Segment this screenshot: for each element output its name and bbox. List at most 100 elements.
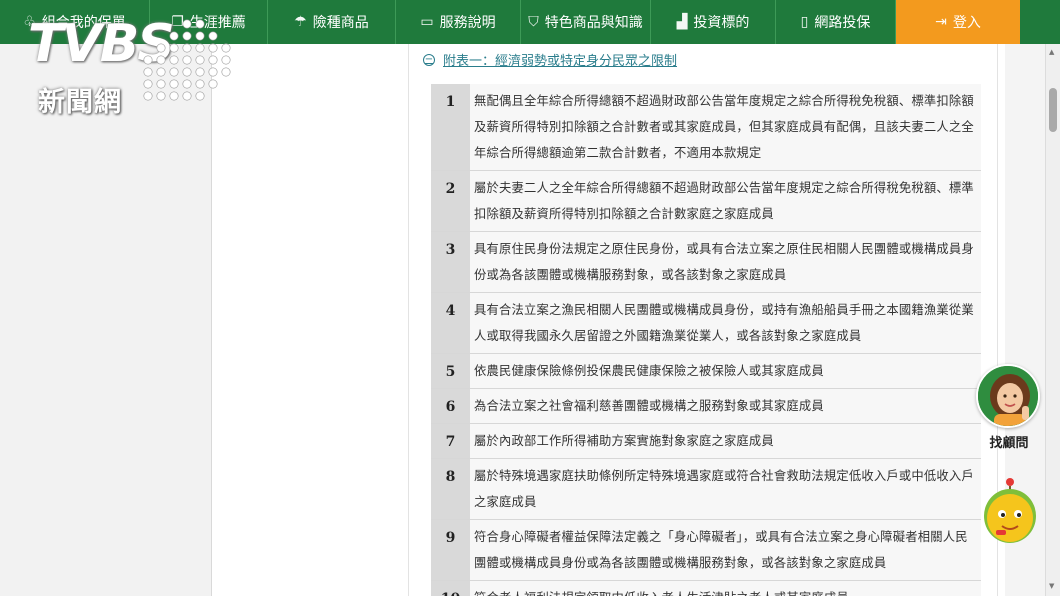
table-row: 10符合老人福利法規定領取中低收入老人生活津貼之老人或其家庭成員 bbox=[431, 581, 981, 596]
nav-item-label: 網路投保 bbox=[814, 15, 871, 31]
logo-dot bbox=[182, 91, 192, 101]
logo-dot bbox=[195, 91, 205, 101]
row-text: 屬於夫妻二人之全年綜合所得總額不超過財政部公告當年度規定之綜合所得稅免稅額、標準… bbox=[470, 171, 981, 231]
table-row: 6 為合法立案之社會福利慈善團體或機構之服務對象或其家庭成員 bbox=[431, 389, 981, 424]
shield-icon: ⛉ bbox=[528, 14, 539, 30]
phone-icon: ▯ bbox=[800, 14, 809, 30]
logo-dot bbox=[143, 55, 153, 65]
row-text: 符合老人福利法規定領取中低收入老人生活津貼之老人或其家庭成員 bbox=[470, 581, 981, 596]
logo-dots-icon bbox=[143, 19, 231, 101]
scroll-up-arrow-icon[interactable]: ▲ bbox=[1049, 48, 1054, 56]
table-row: 5 依農民健康保險條例投保農民健康保險之被保險人或其家庭成員 bbox=[431, 354, 981, 389]
appendix-title[interactable]: 附表一：經濟弱勢或特定身分民眾之限制 bbox=[443, 50, 677, 69]
logo-dot bbox=[195, 19, 205, 29]
logo-dot bbox=[195, 43, 205, 53]
scrollbar-thumb[interactable] bbox=[1049, 88, 1057, 132]
find-advisor-button[interactable]: 找顧問 bbox=[976, 364, 1042, 452]
logo-dot bbox=[195, 79, 205, 89]
login-door-icon: ⇥ bbox=[935, 14, 947, 30]
logo-dot bbox=[182, 31, 192, 41]
logo-sub-text: 新聞網 bbox=[38, 87, 122, 118]
logo-dot bbox=[182, 55, 192, 65]
nav-item-label: 服務說明 bbox=[439, 15, 496, 31]
row-text: 無配偶且全年綜合所得總額不超過財政部公告當年度規定之綜合所得稅免稅額、標準扣除額… bbox=[470, 84, 981, 170]
nav-item-3[interactable]: ▭ 服務說明 bbox=[396, 0, 521, 44]
row-number: 1 bbox=[431, 84, 470, 170]
table-row: 9 符合身心障礙者權益保障法定義之「身心障礙者」，或具有合法立案之身心障礙者相關人… bbox=[431, 520, 981, 581]
row-text: 具有原住民身份法規定之原住民身份，或具有合法立案之原住民相關人民團體或機構成員身… bbox=[470, 232, 981, 292]
table-row: 7 屬於內政部工作所得補助方案實施對象家庭之家庭成員 bbox=[431, 424, 981, 459]
table-row: 4 具有合法立案之漁民相關人民團體或機構成員身份，或持有漁船船員手冊之本國籍漁業從… bbox=[431, 293, 981, 354]
collapse-minus-icon[interactable]: − bbox=[423, 53, 435, 66]
logo-dot bbox=[169, 43, 179, 53]
table-row: 1 無配偶且全年綜合所得總額不超過財政部公告當年度規定之綜合所得稅免稅額、標準扣除… bbox=[431, 84, 981, 171]
row-text: 為合法立案之社會福利慈善團體或機構之服務對象或其家庭成員 bbox=[470, 389, 981, 423]
nav-filler bbox=[1020, 0, 1060, 44]
tvbs-news-logo: TVBS 新聞網 bbox=[28, 14, 231, 118]
restriction-table: 1 無配偶且全年綜合所得總額不超過財政部公告當年度規定之綜合所得稅免稅額、標準扣除… bbox=[431, 84, 981, 596]
logo-dot bbox=[208, 55, 218, 65]
logo-dot bbox=[156, 43, 166, 53]
logo-dot bbox=[156, 79, 166, 89]
logo-dot bbox=[221, 43, 231, 53]
find-advisor-label[interactable]: 找顧問 bbox=[976, 432, 1042, 451]
nav-item-label: 險種商品 bbox=[312, 15, 369, 31]
left-sidebar-panel bbox=[0, 44, 212, 596]
row-text: 屬於內政部工作所得補助方案實施對象家庭之家庭成員 bbox=[470, 424, 981, 458]
logo-dot bbox=[208, 43, 218, 53]
row-number: 6 bbox=[431, 389, 470, 423]
login-button[interactable]: ⇥ 登入 bbox=[896, 0, 1020, 44]
row-number: 2 bbox=[431, 171, 470, 231]
logo-dot bbox=[195, 55, 205, 65]
logo-dot bbox=[195, 67, 205, 77]
nav-item-label: 特色商品與知識 bbox=[544, 15, 643, 31]
logo-dot bbox=[156, 67, 166, 77]
row-number: 4 bbox=[431, 293, 470, 353]
nav-item-4[interactable]: ⛉ 特色商品與知識 bbox=[521, 0, 651, 44]
page-scrollbar[interactable]: ▲ ▼ bbox=[1045, 44, 1060, 596]
logo-dot bbox=[221, 67, 231, 77]
table-row: 3 具有原住民身份法規定之原住民身份，或具有合法立案之原住民相關人民團體或機構成員… bbox=[431, 232, 981, 293]
logo-dot bbox=[143, 79, 153, 89]
logo-dot bbox=[208, 79, 218, 89]
chart-icon: ▟ bbox=[676, 14, 688, 30]
logo-dot bbox=[156, 91, 166, 101]
row-text: 屬於特殊境遇家庭扶助條例所定特殊境遇家庭或符合社會救助法規定低收入戶或中低收入戶… bbox=[470, 459, 981, 519]
scroll-down-arrow-icon[interactable]: ▼ bbox=[1049, 582, 1054, 590]
nav-item-6[interactable]: ▯ 網路投保 bbox=[776, 0, 896, 44]
mascot-chatbot-icon[interactable] bbox=[982, 474, 1038, 544]
logo-dot bbox=[182, 79, 192, 89]
umbrella-icon: ☂ bbox=[294, 14, 307, 30]
table-row: 8 屬於特殊境遇家庭扶助條例所定特殊境遇家庭或符合社會救助法規定低收入戶或中低收入… bbox=[431, 459, 981, 520]
row-number: 3 bbox=[431, 232, 470, 292]
login-label: 登入 bbox=[952, 15, 981, 31]
advisor-woman-icon bbox=[978, 366, 1038, 426]
logo-dot bbox=[143, 91, 153, 101]
nav-item-5[interactable]: ▟ 投資標的 bbox=[651, 0, 776, 44]
advisor-avatar[interactable] bbox=[976, 364, 1040, 428]
logo-dot bbox=[182, 19, 192, 29]
logo-dot bbox=[182, 43, 192, 53]
row-number: 8 bbox=[431, 459, 470, 519]
logo-dot bbox=[156, 55, 166, 65]
logo-dot bbox=[208, 67, 218, 77]
row-number: 10 bbox=[431, 581, 470, 596]
row-text: 依農民健康保險條例投保農民健康保險之被保險人或其家庭成員 bbox=[470, 354, 981, 388]
appendix-collapse-link[interactable]: − 附表一：經濟弱勢或特定身分民眾之限制 bbox=[423, 50, 677, 69]
logo-dot bbox=[221, 55, 231, 65]
logo-dot bbox=[169, 55, 179, 65]
row-number: 9 bbox=[431, 520, 470, 580]
table-row: 2 屬於夫妻二人之全年綜合所得總額不超過財政部公告當年度規定之綜合所得稅免稅額、標… bbox=[431, 171, 981, 232]
row-number: 7 bbox=[431, 424, 470, 458]
logo-dot bbox=[169, 91, 179, 101]
logo-dot bbox=[182, 67, 192, 77]
logo-dot bbox=[195, 31, 205, 41]
row-number: 5 bbox=[431, 354, 470, 388]
nav-item-2[interactable]: ☂ 險種商品 bbox=[268, 0, 396, 44]
nav-item-label: 投資標的 bbox=[693, 15, 750, 31]
logo-dot bbox=[143, 67, 153, 77]
logo-dot bbox=[208, 31, 218, 41]
row-text: 符合身心障礙者權益保障法定義之「身心障礙者」，或具有合法立案之身心障礙者相關人民… bbox=[470, 520, 981, 580]
row-text: 具有合法立案之漁民相關人民團體或機構成員身份，或持有漁船船員手冊之本國籍漁業從業… bbox=[470, 293, 981, 353]
logo-dot bbox=[169, 67, 179, 77]
